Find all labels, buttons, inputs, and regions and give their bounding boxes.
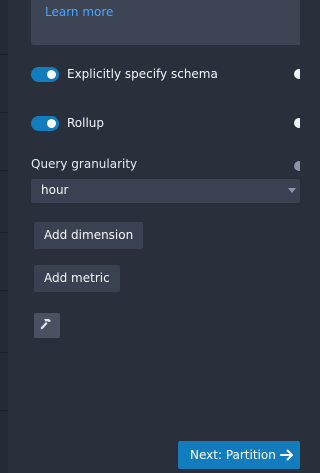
rollup-toggle[interactable] — [31, 115, 59, 131]
query-granularity-select[interactable]: hour — [31, 179, 300, 203]
hammer-icon — [40, 319, 51, 330]
toggle-knob — [47, 69, 56, 79]
column-handle-dot — [294, 161, 300, 171]
schema-panel: Learn more Explicitly specify schema Rol… — [0, 0, 300, 473]
rollup-switch-row[interactable]: Rollup — [31, 113, 104, 133]
add-metric-button[interactable]: Add metric — [34, 265, 120, 292]
toggle-knob — [47, 118, 56, 128]
query-granularity-label: Query granularity — [31, 157, 138, 171]
chevron-down-icon — [288, 188, 296, 193]
add-dimension-button[interactable]: Add dimension — [34, 222, 144, 249]
explicit-schema-switch-row[interactable]: Explicitly specify schema — [31, 64, 218, 84]
query-granularity-value: hour — [41, 183, 69, 197]
rollup-label: Rollup — [67, 116, 105, 130]
next-partition-label: Next: Partition — [190, 448, 276, 462]
learn-more-link[interactable]: Learn more — [45, 4, 113, 20]
left-gutter — [0, 0, 8, 473]
column-handle-dot — [294, 118, 300, 128]
explicit-schema-toggle[interactable] — [31, 66, 59, 82]
explicit-schema-label: Explicitly specify schema — [67, 67, 218, 81]
next-partition-button[interactable]: Next: Partition — [178, 441, 300, 469]
hammer-button[interactable] — [34, 313, 60, 338]
column-handle-dot — [294, 69, 300, 79]
arrow-right-icon — [280, 449, 293, 461]
